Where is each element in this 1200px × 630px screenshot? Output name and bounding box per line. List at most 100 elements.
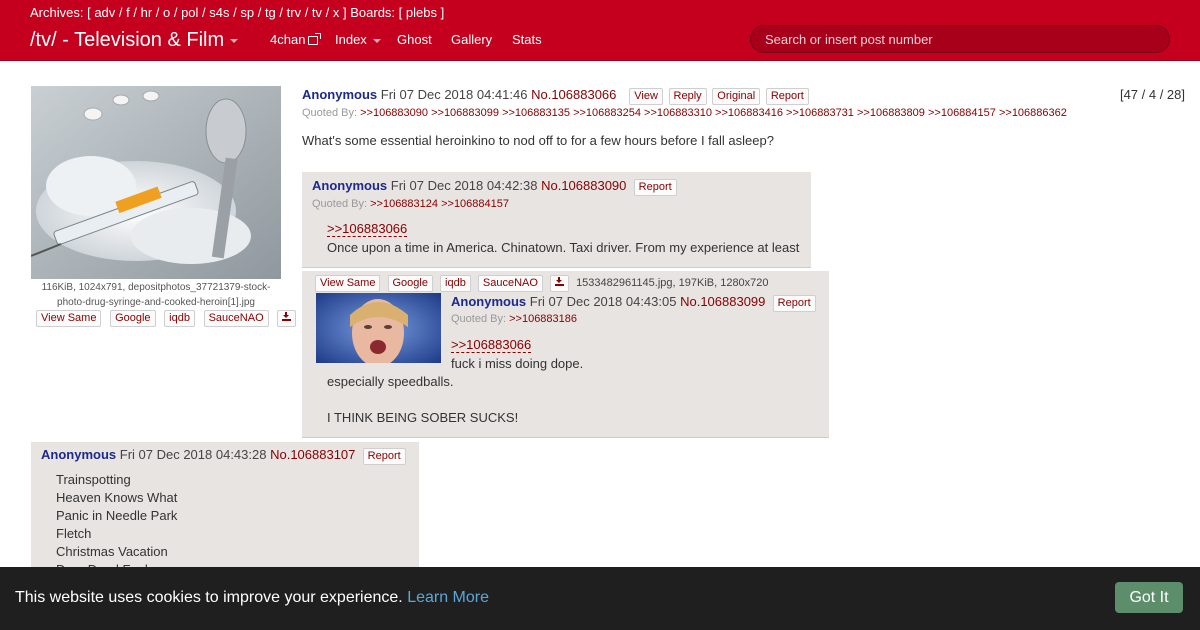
- post-number[interactable]: No.106883107: [270, 447, 355, 462]
- post-number[interactable]: No.106883066: [531, 87, 616, 102]
- reply-text-line: Panic in Needle Park: [56, 508, 178, 523]
- learn-more-link[interactable]: Learn More: [407, 589, 489, 606]
- reply-text-line: especially speedballs.: [327, 374, 454, 389]
- quote-link[interactable]: >>106886362: [999, 107, 1067, 119]
- reply-post: View Same Google iqdb SauceNAO 153348296…: [302, 271, 829, 438]
- poster-name: Anonymous: [451, 294, 527, 309]
- reply-text-line: I THINK BEING SOBER SUCKS!: [327, 410, 519, 425]
- got-it-button[interactable]: Got It: [1115, 582, 1183, 613]
- cookie-message: This website uses cookies to improve you…: [15, 589, 490, 606]
- nav-gallery[interactable]: Gallery: [451, 32, 492, 47]
- archive-link-hr[interactable]: hr: [141, 5, 153, 20]
- iqdb-search-button[interactable]: iqdb: [164, 310, 195, 327]
- thread-stats: [47 / 4 / 28]: [1119, 87, 1185, 102]
- quoted-by: Quoted By: >>106883186: [451, 313, 578, 325]
- archive-link-tg[interactable]: tg: [265, 5, 276, 20]
- archive-link-x[interactable]: x: [333, 5, 340, 20]
- report-button[interactable]: Report: [633, 179, 677, 196]
- screaming-man-image: [316, 293, 441, 363]
- quote-link[interactable]: >>106884157: [441, 198, 509, 210]
- board-link-plebs[interactable]: plebs: [406, 5, 437, 20]
- file-actions: View Same Google iqdb SauceNAO 153348296…: [315, 275, 769, 292]
- external-link-icon: [308, 33, 322, 45]
- cookie-banner: This website uses cookies to improve you…: [0, 567, 1200, 630]
- nav-ghost[interactable]: Ghost: [397, 32, 432, 47]
- report-button[interactable]: Report: [772, 295, 816, 312]
- search-input[interactable]: [750, 25, 1170, 53]
- chevron-down-icon: [372, 38, 381, 43]
- iqdb-search-button[interactable]: iqdb: [440, 275, 471, 292]
- board-title[interactable]: /tv/ - Television & Film: [30, 29, 239, 52]
- op-thumbnail[interactable]: [31, 86, 281, 279]
- reply-header: Anonymous Fri 07 Dec 2018 04:43:28 No.10…: [41, 447, 406, 465]
- reply-thumbnail[interactable]: [316, 293, 441, 363]
- poster-name: Anonymous: [302, 87, 378, 102]
- post-date: Fri 07 Dec 2018 04:43:05: [529, 294, 677, 309]
- reply-text-line: Trainspotting: [56, 472, 131, 487]
- post-date: Fri 07 Dec 2018 04:43:28: [119, 447, 267, 462]
- archive-link-trv[interactable]: trv: [287, 5, 301, 20]
- archive-link-tv[interactable]: tv: [312, 5, 322, 20]
- report-button[interactable]: Report: [362, 448, 406, 465]
- quote-link[interactable]: >>106883099: [431, 107, 499, 119]
- post-number[interactable]: No.106883099: [680, 294, 765, 309]
- quote-link[interactable]: >>106883731: [786, 107, 854, 119]
- reply-post: Anonymous Fri 07 Dec 2018 04:43:28 No.10…: [31, 442, 419, 577]
- archive-link-s4s[interactable]: s4s: [209, 5, 229, 20]
- quote-link[interactable]: >>106883254: [573, 107, 641, 119]
- op-post-text: What's some essential heroinkino to nod …: [302, 133, 774, 148]
- reply-header: Anonymous Fri 07 Dec 2018 04:43:05 No.10…: [451, 294, 816, 312]
- post-date: Fri 07 Dec 2018 04:42:38: [390, 178, 538, 193]
- download-button[interactable]: [277, 310, 297, 327]
- view-same-button[interactable]: View Same: [315, 275, 381, 292]
- reply-header: Anonymous Fri 07 Dec 2018 04:42:38 No.10…: [312, 178, 677, 196]
- original-button[interactable]: Original: [712, 88, 761, 105]
- reply-quote-line: >>106883066: [451, 337, 532, 353]
- reply-text-line: Christmas Vacation: [56, 544, 168, 559]
- view-same-button[interactable]: View Same: [36, 310, 102, 327]
- quote-link[interactable]: >>106883809: [857, 107, 925, 119]
- quote-link[interactable]: >>106883090: [360, 107, 428, 119]
- saucenao-search-button[interactable]: SauceNAO: [203, 310, 269, 327]
- google-search-button[interactable]: Google: [387, 275, 433, 292]
- heroin-syringe-image: [31, 86, 281, 279]
- nav-index[interactable]: Index: [335, 32, 381, 47]
- quote-link[interactable]: >>106883066: [451, 337, 532, 353]
- quote-link[interactable]: >>106883416: [715, 107, 783, 119]
- reply-quote-line: >>106883066: [327, 221, 408, 237]
- archive-link-pol[interactable]: pol: [181, 5, 198, 20]
- download-icon: [282, 312, 292, 321]
- archives-bar: Archives: [ adv / f / hr / o / pol / s4s…: [30, 5, 445, 20]
- archive-link-adv[interactable]: adv: [94, 5, 115, 20]
- saucenao-search-button[interactable]: SauceNAO: [477, 275, 543, 292]
- archive-link-sp[interactable]: sp: [240, 5, 254, 20]
- download-button[interactable]: [550, 275, 569, 292]
- archive-link-o[interactable]: o: [163, 5, 170, 20]
- reply-button[interactable]: Reply: [668, 88, 707, 105]
- quoted-by: Quoted By: >>106883124 >>106884157: [312, 198, 510, 210]
- reply-text-line: fuck i miss doing dope.: [451, 356, 584, 371]
- post-number[interactable]: No.106883090: [541, 178, 626, 193]
- reply-text-line: Heaven Knows What: [56, 490, 178, 505]
- file-info: 1533482961145.jpg, 197KiB, 1280x720: [576, 277, 769, 289]
- quote-link[interactable]: >>106883186: [509, 313, 577, 325]
- reply-text-line: Fletch: [56, 526, 92, 541]
- post-date: Fri 07 Dec 2018 04:41:46: [380, 87, 528, 102]
- quote-link[interactable]: >>106883124: [370, 198, 438, 210]
- nav-4chan[interactable]: 4chan: [270, 32, 322, 47]
- archive-link-f[interactable]: f: [126, 5, 130, 20]
- quote-link[interactable]: >>106883066: [327, 221, 408, 237]
- poster-name: Anonymous: [312, 178, 388, 193]
- quote-link[interactable]: >>106883310: [644, 107, 712, 119]
- report-button[interactable]: Report: [765, 88, 809, 105]
- google-search-button[interactable]: Google: [110, 310, 156, 327]
- nav-stats[interactable]: Stats: [512, 32, 542, 47]
- quote-link[interactable]: >>106884157: [928, 107, 996, 119]
- quoted-by: Quoted By: >>106883090 >>106883099 >>106…: [302, 107, 1067, 119]
- reply-post: Anonymous Fri 07 Dec 2018 04:42:38 No.10…: [302, 172, 811, 268]
- op-image-search-buttons: View Same Google iqdb SauceNAO: [36, 309, 301, 327]
- chevron-down-icon: [230, 38, 239, 43]
- quote-link[interactable]: >>106883135: [502, 107, 570, 119]
- op-post-header: Anonymous Fri 07 Dec 2018 04:41:46 No.10…: [302, 87, 809, 105]
- view-button[interactable]: View: [629, 88, 663, 105]
